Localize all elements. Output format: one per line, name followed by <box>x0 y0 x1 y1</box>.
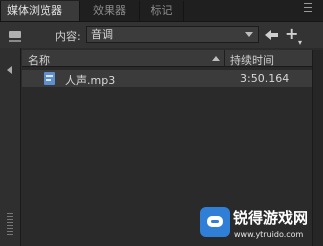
content-select[interactable]: 音调 <box>86 26 259 43</box>
tab-media-browser[interactable]: 媒体浏览器× <box>0 1 80 37</box>
watermark-title: 锐得游戏网 <box>233 209 309 227</box>
column-header-duration[interactable]: 持续时间 <box>230 52 274 68</box>
tab-effects[interactable]: 效果器 <box>80 1 140 21</box>
column-divider[interactable] <box>224 50 225 67</box>
resize-grip-icon[interactable] <box>7 213 13 237</box>
file-name: 人声.mp3 <box>65 74 116 87</box>
audio-file-icon <box>44 72 55 85</box>
content-select-value: 音调 <box>91 28 113 41</box>
tab-markers[interactable]: 标记 <box>140 1 184 21</box>
monitor-icon[interactable] <box>9 31 21 42</box>
chevron-down-icon <box>245 32 253 37</box>
content-label: 内容: <box>55 30 81 43</box>
file-duration: 3:50.164 <box>240 72 290 85</box>
tab-media-browser-label: 媒体浏览器 <box>7 4 62 17</box>
tab-bar: 媒体浏览器× 效果器 标记 <box>0 0 323 37</box>
tab-effects-label: 效果器 <box>93 4 126 17</box>
add-icon[interactable]: + ▾ <box>285 26 305 48</box>
toolbar: 内容: 音调 + ▾ <box>0 22 323 48</box>
sort-ascending-icon[interactable] <box>212 56 220 61</box>
tab-markers-label: 标记 <box>150 4 173 17</box>
panel-menu-icon[interactable] <box>299 3 317 17</box>
back-arrow-icon[interactable] <box>264 27 280 43</box>
controller-logo-icon <box>200 207 230 237</box>
watermark-url: www.ytruido.com <box>234 230 304 239</box>
column-header-name[interactable]: 名称 <box>28 52 50 68</box>
watermark: 锐得游戏网 www.ytruido.com <box>200 203 323 246</box>
collapse-arrow-icon[interactable] <box>7 66 12 74</box>
list-item[interactable]: 人声.mp3 3:50.164 <box>22 70 312 87</box>
list-header: 名称 持续时间 <box>22 50 312 67</box>
left-collapse-strip <box>0 48 21 246</box>
